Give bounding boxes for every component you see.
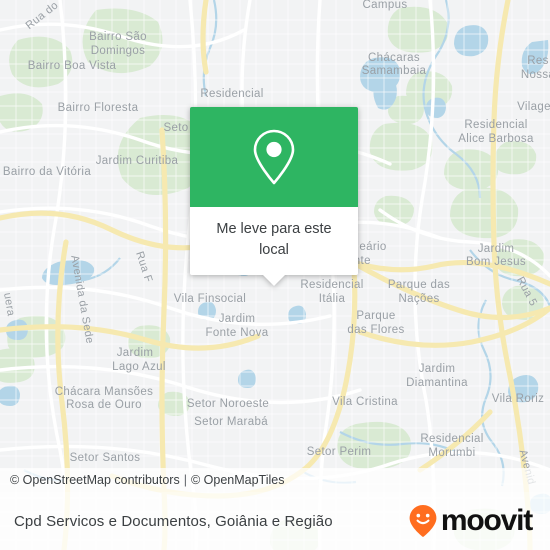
- attribution-osm[interactable]: © OpenStreetMap contributors: [10, 473, 180, 487]
- take-me-there-callout[interactable]: Me leve para este local: [190, 107, 358, 287]
- map-label: Nações: [398, 293, 439, 305]
- callout-message: Me leve para este local: [190, 207, 358, 276]
- map-label: Itália: [319, 293, 346, 305]
- map-label: Morumbi: [428, 447, 475, 459]
- map-label: Bairro Boa Vista: [28, 60, 117, 72]
- map-label: Bom Jesus: [466, 256, 526, 268]
- map-attribution-bar: © OpenStreetMap contributors | © OpenMap…: [0, 468, 550, 492]
- map-label: Jardim: [419, 363, 456, 375]
- moovit-pin-smiley-icon: [409, 505, 437, 537]
- map-label: Fonte Nova: [206, 327, 269, 339]
- moovit-logo[interactable]: moovit: [408, 504, 533, 538]
- callout-header: [190, 107, 358, 207]
- map-label: Seto: [163, 122, 188, 134]
- map-label: Vila Finsocial: [174, 293, 246, 305]
- map-label: Vila Cristina: [332, 396, 398, 408]
- map-label: Chácaras: [368, 52, 420, 64]
- map-label: Parque das: [388, 279, 450, 291]
- map-label: Parque: [356, 310, 395, 322]
- map-label: Jardim: [117, 347, 154, 359]
- moovit-map-screen: Rua doAvenida da SedeRua FueraRua 5Aveni…: [0, 0, 550, 550]
- map-label: Bairro São: [89, 31, 147, 43]
- map-label: Residencial: [420, 433, 483, 445]
- map-label: Rosa de Ouro: [66, 399, 142, 411]
- map-label: Alice Barbosa: [458, 133, 534, 145]
- map-label: Vila Roriz: [492, 393, 545, 405]
- map-label: Jardim: [219, 313, 256, 325]
- map-label: Setor Perim: [307, 446, 372, 458]
- map-label: Jardim: [478, 243, 515, 255]
- attribution-tiles[interactable]: © OpenMapTiles: [191, 473, 285, 487]
- map-label: Lago Azul: [112, 361, 166, 373]
- map-label: Chácara Mansões: [55, 386, 154, 398]
- footer-bar: Cpd Servicos e Documentos, Goiânia e Reg…: [0, 492, 550, 550]
- map-label: Residencial: [200, 88, 263, 100]
- attribution-separator: |: [183, 473, 187, 487]
- map-label: Vilage: [517, 101, 550, 113]
- map-label: Setor Noroeste: [187, 398, 269, 410]
- map-label: Bairro Floresta: [58, 102, 139, 114]
- map-label: Samambaia: [362, 65, 427, 77]
- map-label: Residencial: [300, 279, 363, 291]
- map-pin-icon: [253, 129, 295, 185]
- moovit-wordmark: moovit: [440, 504, 533, 537]
- map-label: das Flores: [347, 324, 404, 336]
- place-title: Cpd Servicos e Documentos, Goiânia e Reg…: [14, 512, 333, 530]
- map-label: Jardim Curitiba: [96, 155, 179, 167]
- map-label: Diamantina: [406, 377, 468, 389]
- map-label: eário: [359, 241, 386, 253]
- callout-pointer: [263, 275, 285, 287]
- map-label: Domingos: [91, 45, 146, 57]
- map-label: Setor Santos: [70, 452, 141, 464]
- map-label: Campus: [363, 0, 408, 11]
- map-label: Bairro da Vitória: [3, 166, 91, 178]
- map-label: Setor Marabá: [194, 416, 268, 428]
- map-label: Nossa: [521, 69, 550, 81]
- map-label: Residencial: [464, 119, 527, 131]
- map-label: Res: [527, 55, 549, 67]
